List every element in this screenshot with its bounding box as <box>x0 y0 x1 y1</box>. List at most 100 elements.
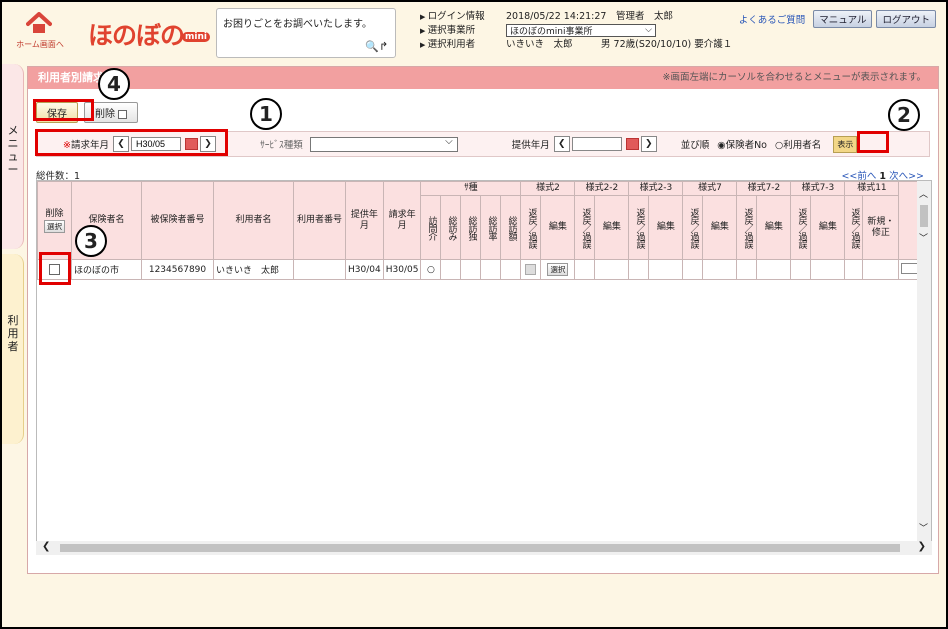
kind-header: ｻ種 <box>420 181 522 196</box>
back-subheader: 返戻／過誤 <box>688 207 699 248</box>
edit-subheader: 編集 <box>702 195 738 260</box>
office-label: 選択事業所 <box>420 24 506 38</box>
user-name-cell: いきいき 太郎 <box>213 259 294 280</box>
home-button[interactable]: ホーム画面へ <box>16 12 64 52</box>
form-header: 様式7-3 <box>790 181 846 196</box>
kind-subheader: 総訪額 <box>506 215 517 240</box>
edit-subheader: 編集 <box>648 195 684 260</box>
insured-cell: 1234567890 <box>141 259 214 280</box>
help-search-box[interactable]: お困りごとをお調べいたします。 🔍 ↱ <box>216 8 396 58</box>
callout-2: 2 <box>888 99 920 131</box>
logout-button[interactable]: ログアウト <box>876 10 936 28</box>
insurer-cell: ほのぼの市 <box>71 259 142 280</box>
page-title-bar: 利用者別請求一覧 ※画面左端にカーソルを合わせるとメニューが表示されます。 <box>28 67 938 89</box>
help-search-text: お困りごとをお調べいたします。 <box>223 19 372 30</box>
back-subheader: 返戻／過誤 <box>634 207 645 248</box>
provide-next-button[interactable]: ❯ <box>640 136 657 152</box>
edit-subheader: 編集 <box>810 195 846 260</box>
form-header: 様式2 <box>520 181 576 196</box>
sort-option-name[interactable]: ○利用者名 <box>771 137 825 151</box>
edit-subheader: 編集 <box>756 195 792 260</box>
manual-button[interactable]: マニュアル <box>813 10 873 28</box>
menu-tab[interactable]: メニュー <box>2 64 24 249</box>
billing-table: 削除 選択 保険者名 被保険者番号 利用者名 利用者番号 提供年月 請求年月 ｻ種… <box>37 181 929 280</box>
faq-link[interactable]: よくあるご質問 <box>739 12 806 26</box>
service-type-select[interactable] <box>309 136 458 152</box>
office-select[interactable]: ほのぼのmini事業所 <box>506 23 656 37</box>
select-all-button[interactable]: 選択 <box>44 219 65 233</box>
provide-prev-button[interactable]: ❮ <box>553 136 570 152</box>
back-checkbox[interactable] <box>525 264 537 275</box>
side-tabs: メニュー 利用者 <box>2 64 24 554</box>
sort-label: 並び順 <box>680 140 710 151</box>
login-label: ログイン情報 <box>420 10 506 24</box>
kind-subheader: 総訪独 <box>466 215 477 240</box>
kind-subheader: 総訪み <box>446 215 457 240</box>
back-subheader: 返戻／過誤 <box>796 207 807 248</box>
service-type-label: ｻｰﾋﾞｽ種類 <box>259 140 303 151</box>
search-icon[interactable]: 🔍 <box>365 40 379 53</box>
insured-no-header: 被保険者番号 <box>141 181 214 260</box>
provide-month-label: 提供年月 <box>511 140 550 151</box>
scroll-left-icon[interactable]: ❮ <box>42 541 50 552</box>
menu-tab-label: メニュー <box>7 124 19 176</box>
kind-subheader: 訪問介 <box>426 215 437 240</box>
form-header: 様式7 <box>682 181 738 196</box>
scroll-thumb[interactable] <box>60 544 900 552</box>
form-header: 様式2-2 <box>574 181 630 196</box>
delete-label: 削除 <box>95 109 115 120</box>
visit-cell: ○ <box>420 259 442 280</box>
user-no-header: 利用者番号 <box>293 181 346 260</box>
annotation-box-1 <box>35 129 228 156</box>
delete-col-header: 削除 <box>45 208 64 219</box>
vertical-scrollbar[interactable]: ︿ ﹀ ﹀ <box>917 181 931 551</box>
edit-subheader: 編集 <box>594 195 630 260</box>
form-header: 様式2-3 <box>628 181 684 196</box>
edit-subheader: 編集 <box>540 195 576 260</box>
annotation-box-4 <box>33 99 94 121</box>
app-header: ホーム画面へ ほのぼの mini お困りごとをお調べいたします。 🔍 ↱ ログイ… <box>2 2 946 60</box>
annotation-box-2 <box>857 131 889 153</box>
share-arrow-icon[interactable]: ↱ <box>379 40 388 53</box>
callout-1: 1 <box>250 98 282 130</box>
scroll-right-icon[interactable]: ❯ <box>918 541 926 552</box>
show-button[interactable]: 表示 <box>833 135 858 153</box>
back-subheader: 返戻／過誤 <box>526 207 537 248</box>
edit-select-button[interactable]: 選択 <box>547 263 569 276</box>
billing-ym-header: 請求年月 <box>382 181 422 260</box>
scroll-down-icon[interactable]: ﹀ <box>919 231 928 244</box>
scroll-down-icon[interactable]: ﹀ <box>919 521 928 534</box>
check-icon <box>118 109 128 119</box>
scroll-thumb[interactable] <box>920 205 928 227</box>
home-icon <box>26 12 52 33</box>
sort-option-insurer[interactable]: ◉保険者No <box>713 137 771 151</box>
horizontal-scrollbar[interactable]: ❮ ❯ <box>36 541 932 555</box>
login-value: 2018/05/22 14:21:27 管理者 太郎 <box>506 11 673 22</box>
logo-text: ほのぼの <box>88 21 185 50</box>
provide-ym-header: 提供年月 <box>345 181 384 260</box>
form-header: 様式7-2 <box>736 181 792 196</box>
callout-4: 4 <box>98 68 130 100</box>
session-info: ログイン情報2018/05/22 14:21:27 管理者 太郎 選択事業所ほの… <box>420 10 733 52</box>
back-subheader: 返戻／過誤 <box>742 207 753 248</box>
scroll-up-icon[interactable]: ︿ <box>919 187 928 200</box>
back-subheader: 返戻／過誤 <box>580 207 591 248</box>
user-value: いきいき 太郎 男 72歳(S20/10/10) 要介護１ <box>506 39 733 50</box>
page-note: ※画面左端にカーソルを合わせるとメニューが表示されます。 <box>662 72 926 83</box>
user-label: 選択利用者 <box>420 38 506 52</box>
user-tab[interactable]: 利用者 <box>2 254 24 444</box>
app-logo: ほのぼの mini <box>72 14 212 50</box>
table-row: ほのぼの市 1234567890 いきいき 太郎 H30/04 H30/05 ○… <box>37 259 929 280</box>
calendar-icon[interactable] <box>625 138 639 150</box>
back-subheader: 返戻／過誤 <box>849 207 860 248</box>
form-header: 様式11 <box>844 181 900 196</box>
billing-cell: H30/05 <box>382 259 422 280</box>
provide-month-input[interactable] <box>571 137 622 151</box>
annotation-box-3 <box>39 252 71 285</box>
user-name-header: 利用者名 <box>213 181 294 260</box>
kind-subheader: 総訪率 <box>486 215 497 240</box>
user-tab-label: 利用者 <box>7 314 19 353</box>
callout-3: 3 <box>75 225 107 257</box>
logo-mini: mini <box>182 32 210 42</box>
new-fix-subheader: 新規・修正 <box>862 195 900 260</box>
